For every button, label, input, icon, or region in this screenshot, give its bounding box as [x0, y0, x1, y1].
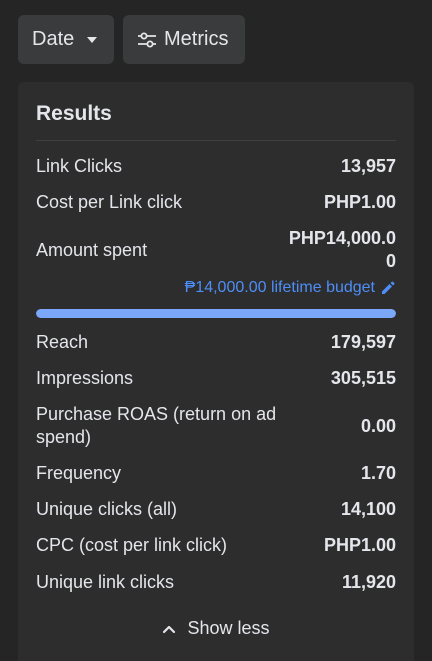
chevron-up-icon — [162, 624, 176, 634]
metric-row-unique-link-clicks: Unique link clicks 11,920 — [36, 571, 396, 594]
lifetime-budget-label: ₱14,000.00 lifetime budget — [184, 279, 375, 296]
metric-value: 179,597 — [330, 332, 396, 352]
metric-label: Frequency — [36, 463, 122, 483]
divider — [36, 140, 396, 141]
date-filter-label: Date — [32, 28, 75, 50]
pencil-icon — [380, 280, 396, 296]
sliders-icon — [137, 32, 157, 48]
metric-label: Unique link clicks — [36, 572, 175, 592]
show-less-button[interactable]: Show less — [18, 618, 414, 639]
metric-value: 14,100 — [340, 499, 396, 519]
metric-label: Cost per Link click — [36, 192, 183, 212]
metric-value: 11,920 — [341, 572, 396, 592]
date-filter-button[interactable]: Date — [18, 15, 114, 64]
metric-value: PHP14,000.00 — [288, 228, 396, 271]
page: Date Metrics Results Link Clicks 13,957 … — [0, 0, 432, 661]
results-title: Results — [36, 102, 112, 125]
metric-value: 1.70 — [360, 463, 396, 483]
metric-row-reach: Reach 179,597 — [36, 331, 396, 354]
metric-row-amount-spent: Amount spent PHP14,000.00 — [36, 227, 396, 273]
metric-value: PHP1.00 — [323, 192, 396, 212]
metric-label: CPC (cost per link click) — [36, 535, 228, 555]
metric-value: 13,957 — [340, 156, 396, 176]
metrics-filter-label: Metrics — [164, 28, 229, 50]
metric-value: 0.00 — [360, 415, 396, 436]
metric-label: Reach — [36, 332, 89, 352]
filter-bar: Date Metrics — [18, 15, 245, 64]
metric-row-purchase-roas: Purchase ROAS (return on ad spend) 0.00 — [36, 403, 396, 449]
metric-row-unique-clicks: Unique clicks (all) 14,100 — [36, 498, 396, 521]
metric-label: Unique clicks (all) — [36, 499, 178, 519]
budget-progress-fill — [36, 309, 396, 318]
metric-label: Link Clicks — [36, 156, 123, 176]
metric-value: 305,515 — [330, 368, 396, 388]
metric-value: PHP1.00 — [323, 535, 396, 555]
metric-row-link-clicks: Link Clicks 13,957 — [36, 155, 396, 178]
metric-row-cpc: CPC (cost per link click) PHP1.00 — [36, 534, 396, 557]
metric-row-cost-per-link-click: Cost per Link click PHP1.00 — [36, 191, 396, 214]
budget-progress-bar — [36, 309, 396, 318]
metric-row-impressions: Impressions 305,515 — [36, 367, 396, 390]
show-less-label: Show less — [187, 618, 270, 638]
lifetime-budget-link[interactable]: ₱14,000.00 lifetime budget — [185, 279, 396, 297]
metric-row-frequency: Frequency 1.70 — [36, 462, 396, 485]
results-card: Results Link Clicks 13,957 Cost per Link… — [18, 82, 414, 661]
metrics-filter-button[interactable]: Metrics — [123, 15, 245, 64]
caret-down-icon — [87, 36, 98, 43]
metric-label: Purchase ROAS (return on ad spend) — [36, 404, 277, 447]
metric-label: Impressions — [36, 368, 134, 388]
metric-label: Amount spent — [36, 239, 148, 260]
